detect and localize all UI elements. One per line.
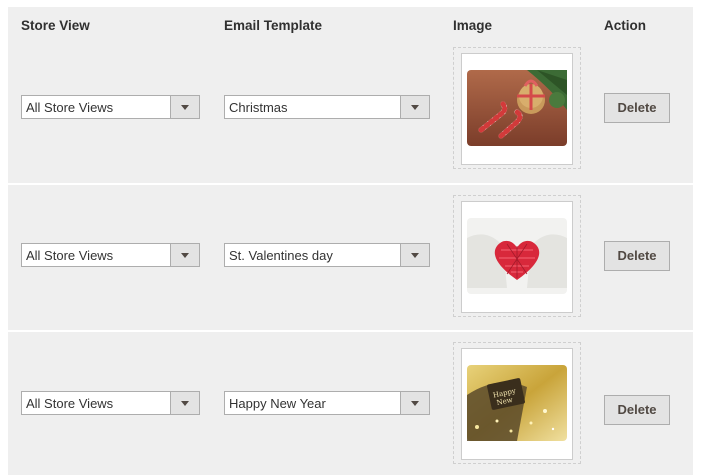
chevron-down-icon [411, 105, 419, 110]
chevron-down-icon [411, 253, 419, 258]
table-row: All Store Views St. Valentines day Delet… [8, 185, 693, 330]
image-thumbnail-frame[interactable]: Happy New [453, 342, 581, 464]
delete-button[interactable]: Delete [604, 241, 670, 271]
dropdown-toggle[interactable] [400, 96, 429, 118]
image-thumbnail-frame[interactable] [453, 47, 581, 169]
table-row: All Store Views Happy New Year Happy New… [8, 332, 693, 475]
chevron-down-icon [181, 105, 189, 110]
header-action: Action [604, 18, 646, 33]
store-view-select[interactable]: All Store Views [21, 243, 200, 267]
store-view-value: All Store Views [26, 396, 114, 411]
new-year-gold-card-image: Happy New [467, 365, 567, 441]
email-template-value: Happy New Year [229, 396, 326, 411]
store-view-select[interactable]: All Store Views [21, 391, 200, 415]
store-view-value: All Store Views [26, 100, 114, 115]
image-thumbnail-frame[interactable] [453, 195, 581, 317]
header-store-view: Store View [21, 18, 90, 33]
email-template-select[interactable]: Happy New Year [224, 391, 430, 415]
image-thumbnail: Happy New [461, 348, 573, 460]
dropdown-toggle[interactable] [400, 392, 429, 414]
email-template-value: St. Valentines day [229, 248, 333, 263]
email-template-select[interactable]: St. Valentines day [224, 243, 430, 267]
grid-header: Store View Email Template Image Action [8, 7, 693, 43]
email-template-grid: Store View Email Template Image Action A… [8, 7, 693, 475]
email-template-select[interactable]: Christmas [224, 95, 430, 119]
email-template-value: Christmas [229, 100, 288, 115]
delete-button[interactable]: Delete [604, 93, 670, 123]
image-thumbnail [461, 201, 573, 313]
valentine-heart-mittens-image [467, 218, 567, 294]
chevron-down-icon [411, 401, 419, 406]
delete-button[interactable]: Delete [604, 395, 670, 425]
dropdown-toggle[interactable] [170, 244, 199, 266]
chevron-down-icon [181, 253, 189, 258]
store-view-value: All Store Views [26, 248, 114, 263]
image-thumbnail [461, 53, 573, 165]
chevron-down-icon [181, 401, 189, 406]
store-view-select[interactable]: All Store Views [21, 95, 200, 119]
dropdown-toggle[interactable] [170, 96, 199, 118]
christmas-cookies-candy-canes-image [467, 70, 567, 146]
header-email-template: Email Template [224, 18, 323, 33]
table-row: All Store Views Christmas Delete [8, 43, 693, 183]
dropdown-toggle[interactable] [400, 244, 429, 266]
header-image: Image [453, 18, 493, 33]
dropdown-toggle[interactable] [170, 392, 199, 414]
